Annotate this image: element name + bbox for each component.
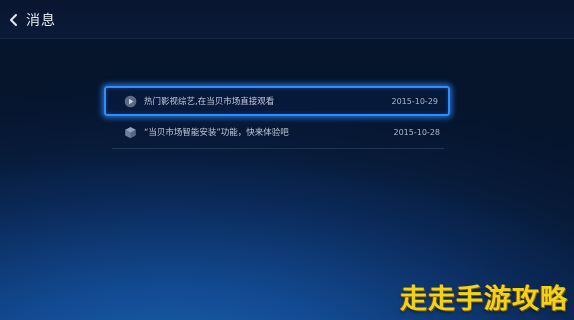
play-circle-icon [124, 95, 137, 108]
message-date: 2015-10-29 [391, 96, 439, 106]
message-item[interactable]: “当贝市场智能安装”功能，快来体验吧 2015-10-28 [104, 117, 450, 149]
message-list: 热门影视综艺,在当贝市场直接观看 2015-10-29 “当贝市场智能安装”功能… [104, 86, 450, 149]
message-text: 热门影视综艺,在当贝市场直接观看 [144, 97, 275, 107]
top-bar: 消息 [0, 0, 574, 39]
watermark-logo: 走走手游攻略 [400, 284, 568, 315]
message-date: 2015-10-28 [393, 127, 441, 137]
page-title: 消息 [26, 13, 56, 29]
message-text: “当贝市场智能安装”功能，快来体验吧 [144, 128, 289, 138]
cube-icon [124, 126, 137, 139]
chevron-left-icon[interactable] [8, 13, 20, 27]
back-button[interactable]: 消息 [8, 8, 56, 32]
message-item[interactable]: 热门影视综艺,在当贝市场直接观看 2015-10-29 [104, 86, 450, 116]
